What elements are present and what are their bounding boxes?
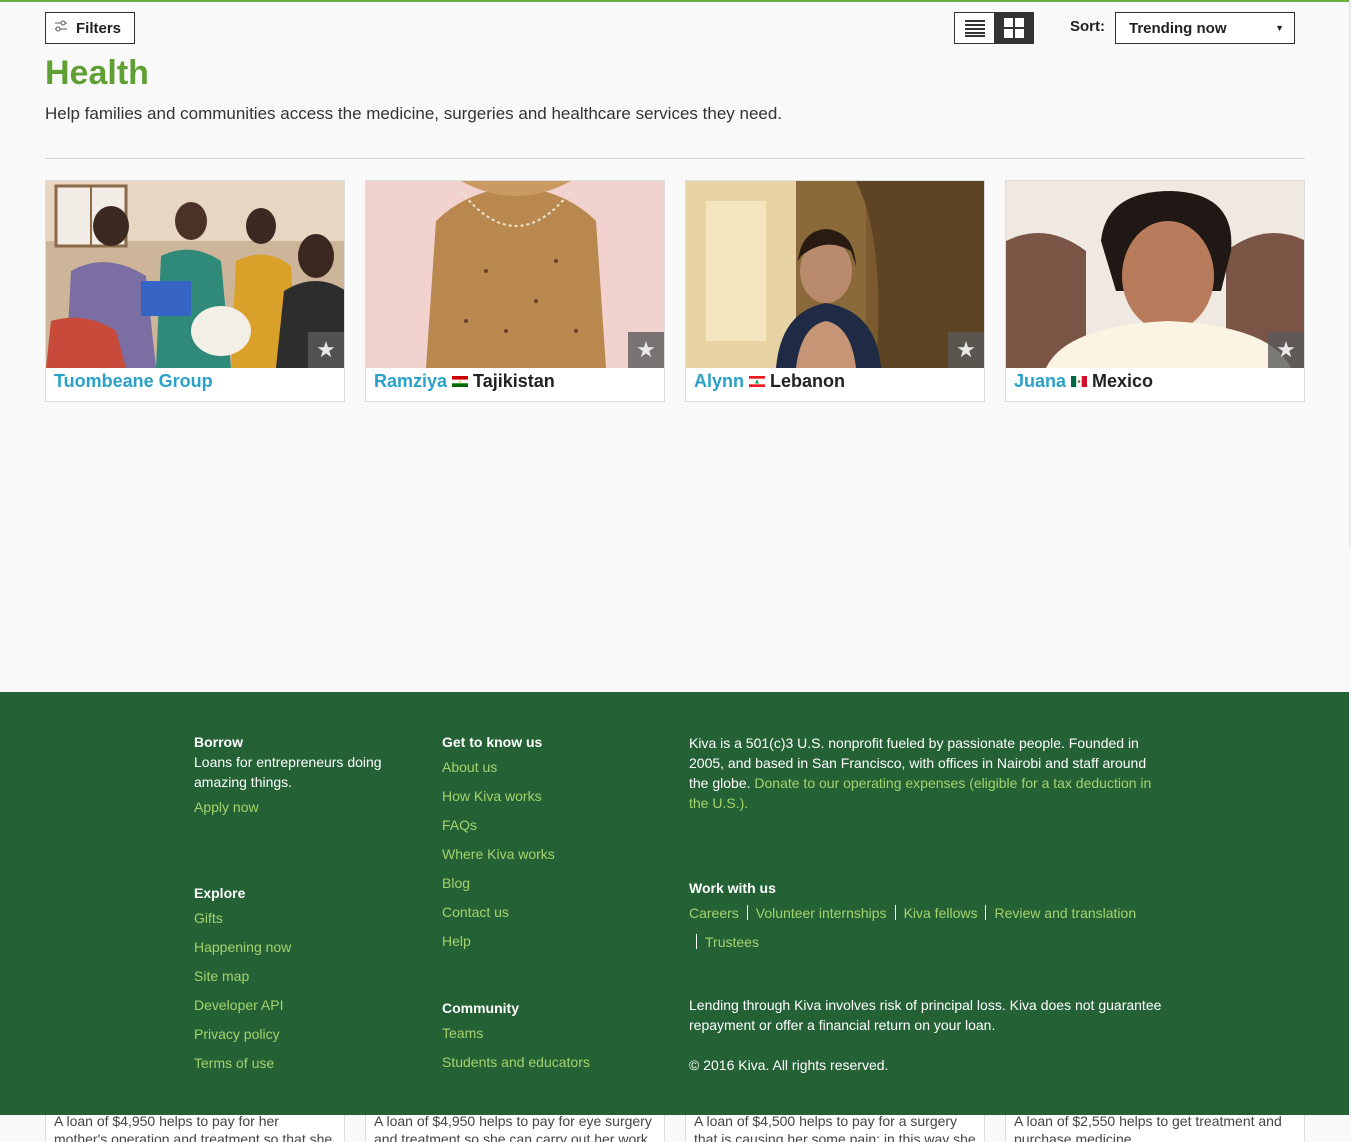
work-links-row: Trustees bbox=[689, 932, 1169, 952]
work-links-row: Careers Volunteer internships Kiva fellows… bbox=[689, 903, 1169, 923]
borrower-photo[interactable] bbox=[1006, 181, 1304, 368]
grid-view-button[interactable] bbox=[994, 13, 1033, 43]
caret-down-icon: ▼ bbox=[1275, 23, 1284, 33]
footer-work-section: Work with us Careers Volunteer internship… bbox=[689, 878, 1169, 952]
filters-label: Filters bbox=[76, 19, 122, 37]
footer-heading: Work with us bbox=[689, 880, 776, 896]
link-separator bbox=[894, 905, 896, 920]
loan-card[interactable]: ★ Alynn Lebanon bbox=[685, 180, 985, 402]
sort-selected-value: Trending now bbox=[1129, 19, 1227, 37]
footer-copyright: © 2016 Kiva. All rights reserved. bbox=[689, 1057, 889, 1073]
footer-link-happening-now[interactable]: Happening now bbox=[194, 937, 404, 957]
footer-link-contact-us[interactable]: Contact us bbox=[442, 902, 662, 922]
footer-heading: Borrow bbox=[194, 734, 243, 750]
mexico-flag-icon bbox=[1071, 376, 1088, 387]
borrower-name-row: Juana Mexico bbox=[1014, 371, 1153, 392]
link-separator bbox=[985, 905, 987, 920]
divider bbox=[45, 158, 1305, 159]
page-title: Health bbox=[45, 54, 149, 92]
grid-view-icon bbox=[1003, 18, 1024, 38]
footer-link-gifts[interactable]: Gifts bbox=[194, 908, 404, 928]
footer-link-site-map[interactable]: Site map bbox=[194, 966, 404, 986]
footer-explore-section: Explore Gifts Happening now Site map Dev… bbox=[194, 883, 404, 1073]
filters-button[interactable]: Filters bbox=[45, 12, 135, 44]
top-accent-line bbox=[0, 0, 1351, 2]
footer-risk-notice: Lending through Kiva involves risk of pr… bbox=[689, 997, 1162, 1033]
footer-heading: Community bbox=[442, 1000, 519, 1016]
footer-about-section: Kiva is a 501(c)3 U.S. nonprofit fueled … bbox=[689, 733, 1159, 813]
footer-link-careers[interactable]: Careers bbox=[689, 905, 739, 921]
footer-borrow-text: Loans for entrepreneurs doing amazing th… bbox=[194, 754, 382, 790]
site-footer: Borrow Loans for entrepreneurs doing ama… bbox=[0, 692, 1349, 1115]
footer-link-where-kiva-works[interactable]: Where Kiva works bbox=[442, 844, 662, 864]
footer-link-teams[interactable]: Teams bbox=[442, 1023, 662, 1043]
footer-know-section: Get to know us About us How Kiva works F… bbox=[442, 732, 662, 951]
footer-link-how-kiva-works[interactable]: How Kiva works bbox=[442, 786, 662, 806]
borrower-name-link[interactable]: Alynn bbox=[694, 371, 744, 392]
footer-heading: Get to know us bbox=[442, 734, 543, 750]
footer-community-section: Community Teams Students and educators bbox=[442, 998, 662, 1072]
footer-link-developer-api[interactable]: Developer API bbox=[194, 995, 404, 1015]
footer-link-help[interactable]: Help bbox=[442, 931, 662, 951]
lebanon-flag-icon bbox=[749, 376, 766, 387]
sort-select[interactable]: Trending now ▼ bbox=[1115, 12, 1295, 44]
footer-link-students-educators[interactable]: Students and educators bbox=[442, 1052, 662, 1072]
apply-now-link[interactable]: Apply now bbox=[194, 797, 404, 817]
star-icon[interactable]: ★ bbox=[948, 332, 984, 368]
borrower-photo[interactable] bbox=[46, 181, 344, 368]
borrower-name-row: Tuombeane Group bbox=[54, 371, 213, 392]
footer-link-blog[interactable]: Blog bbox=[442, 873, 662, 893]
borrower-country: Lebanon bbox=[770, 371, 846, 391]
link-separator bbox=[746, 905, 748, 920]
borrower-name-row: Ramziya Tajikistan bbox=[374, 371, 555, 392]
loan-card[interactable]: ★ Juana Mexico bbox=[1005, 180, 1305, 402]
footer-link-about-us[interactable]: About us bbox=[442, 757, 662, 777]
list-view-icon bbox=[964, 20, 985, 37]
sort-label: Sort: bbox=[1070, 18, 1105, 35]
star-icon[interactable]: ★ bbox=[628, 332, 664, 368]
borrower-country: Mexico bbox=[1092, 371, 1154, 391]
tajikistan-flag-icon bbox=[452, 376, 469, 387]
borrower-country: Tajikistan bbox=[473, 371, 555, 391]
footer-link-trustees[interactable]: Trustees bbox=[705, 934, 759, 950]
borrower-name-link[interactable]: Tuombeane Group bbox=[54, 371, 213, 392]
borrower-name-link[interactable]: Ramziya bbox=[374, 371, 447, 392]
footer-link-review-translation[interactable]: Review and translation bbox=[994, 905, 1136, 921]
star-icon[interactable]: ★ bbox=[1268, 332, 1304, 368]
footer-borrow-section: Borrow Loans for entrepreneurs doing ama… bbox=[194, 732, 404, 817]
filters-sliders-icon bbox=[54, 19, 68, 37]
footer-link-terms-of-use[interactable]: Terms of use bbox=[194, 1053, 404, 1073]
borrower-name-row: Alynn Lebanon bbox=[694, 371, 845, 392]
star-icon[interactable]: ★ bbox=[308, 332, 344, 368]
page-description: Help families and communities access the… bbox=[45, 104, 783, 123]
footer-link-faqs[interactable]: FAQs bbox=[442, 815, 662, 835]
view-toggle bbox=[954, 12, 1034, 44]
footer-link-volunteer-internships[interactable]: Volunteer internships bbox=[756, 905, 887, 921]
list-view-button[interactable] bbox=[955, 13, 994, 43]
loan-card[interactable]: ★ Ramziya Tajikistan bbox=[365, 180, 665, 402]
borrower-photo[interactable] bbox=[686, 181, 984, 368]
footer-link-privacy-policy[interactable]: Privacy policy bbox=[194, 1024, 404, 1044]
footer-link-kiva-fellows[interactable]: Kiva fellows bbox=[904, 905, 978, 921]
link-separator bbox=[696, 934, 697, 949]
loan-card[interactable]: ★ Tuombeane Group bbox=[45, 180, 345, 402]
borrower-name-link[interactable]: Juana bbox=[1014, 371, 1066, 392]
donate-link[interactable]: Donate to our operating expenses (eligib… bbox=[689, 775, 1151, 811]
borrower-photo[interactable] bbox=[366, 181, 664, 368]
footer-heading: Explore bbox=[194, 885, 246, 901]
